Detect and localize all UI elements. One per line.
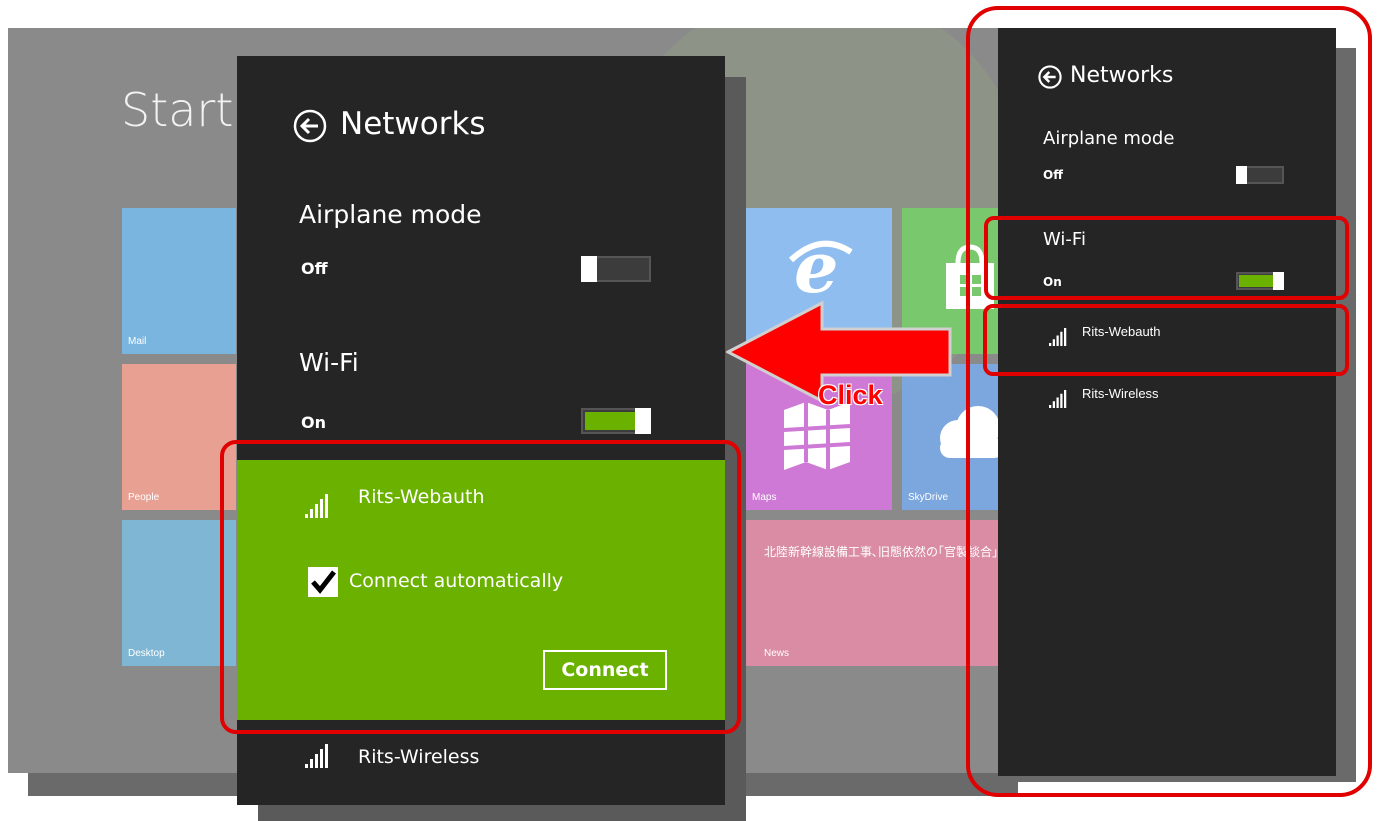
click-annotation-label: Click xyxy=(818,380,883,410)
network-item-rits-wireless[interactable]: Rits-Wireless xyxy=(237,736,725,786)
tile-label: Desktop xyxy=(128,648,165,659)
toggle-thumb xyxy=(635,408,651,434)
wifi-label: Wi-Fi xyxy=(299,348,359,377)
annotation-outline-expanded-network xyxy=(220,440,741,734)
network-name: Rits-Wireless xyxy=(358,746,480,768)
airplane-mode-label: Airplane mode xyxy=(299,200,482,229)
internet-explorer-icon: e xyxy=(786,232,856,302)
toggle-fill xyxy=(585,412,635,430)
toggle-thumb xyxy=(581,256,597,282)
wifi-toggle[interactable] xyxy=(581,408,651,434)
panel-title: Networks xyxy=(340,106,486,142)
tile-label: Maps xyxy=(752,492,777,503)
tile-label: SkyDrive xyxy=(908,492,949,503)
airplane-mode-state: Off xyxy=(301,259,328,278)
start-title: Start xyxy=(121,83,234,137)
tile-desktop[interactable]: Desktop xyxy=(122,520,236,666)
wifi-state: On xyxy=(301,413,326,432)
tile-label: People xyxy=(128,492,160,503)
tile-mail[interactable]: Mail xyxy=(122,208,236,354)
tile-label: Mail xyxy=(128,336,147,347)
airplane-mode-toggle[interactable] xyxy=(581,256,651,282)
annotation-outline-side-panel xyxy=(966,6,1372,797)
tile-people[interactable]: People xyxy=(122,364,236,510)
tile-label: News xyxy=(764,648,790,659)
annotation-outline-wifi xyxy=(984,216,1349,300)
back-arrow-icon[interactable] xyxy=(293,109,327,143)
signal-strength-icon xyxy=(305,744,329,768)
annotation-outline-network xyxy=(983,304,1349,376)
